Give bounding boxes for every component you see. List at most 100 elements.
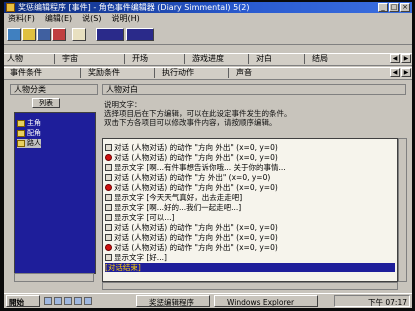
sub-tab-row: 事件条件 奖励条件 执行动作 声音 ◀ ▶ bbox=[4, 67, 412, 80]
maximize-button[interactable]: □ bbox=[389, 3, 399, 12]
list-row-text: 显示文字 [今天天气真好，出去走走吧] bbox=[114, 193, 243, 202]
tab-reward-condition[interactable]: 奖励条件 bbox=[88, 68, 120, 78]
list-row-text: 对话 (人物对话) 的动作 "方 外出" (x=0, y=0) bbox=[114, 173, 271, 182]
menu-edit[interactable]: 编辑(E) bbox=[45, 13, 72, 25]
command-icon bbox=[105, 204, 112, 211]
right-panel: 人物对白 说明文字： 选择项目后在下方编辑，可以在此设定事件发生的条件。 双击下… bbox=[102, 84, 408, 292]
tab-universe[interactable]: 宇宙 bbox=[62, 54, 78, 64]
start-button[interactable]: 開始 bbox=[6, 295, 40, 307]
taskbar-task-explorer[interactable]: Windows Explorer bbox=[214, 295, 318, 307]
command-icon bbox=[105, 254, 112, 261]
quicklaunch-mail-icon[interactable] bbox=[64, 297, 72, 305]
command-icon bbox=[105, 214, 112, 221]
quicklaunch-folder-icon[interactable] bbox=[74, 297, 82, 305]
taskbar: 開始 奖惩编辑程序 Windows Explorer 下午 07:17 bbox=[4, 293, 412, 308]
tab-sound[interactable]: 声音 bbox=[236, 68, 252, 78]
list-row[interactable]: 显示文字 [啊...好的...我们一起走吧...] bbox=[105, 203, 395, 212]
tree-item-selected[interactable]: 路人 bbox=[17, 139, 41, 148]
list-row[interactable]: 显示文字 [今天天气真好，出去走走吧] bbox=[105, 193, 395, 202]
tab-scroll-left-icon[interactable]: ◀ bbox=[390, 54, 400, 63]
window-title: 奖惩编辑程序 [事件] - 角色事件编辑器 (Diary Simmental) … bbox=[18, 3, 250, 12]
folder-icon bbox=[17, 120, 25, 127]
subtab-scroll-left-icon[interactable]: ◀ bbox=[390, 68, 400, 77]
command-icon bbox=[105, 144, 112, 151]
tab-ending[interactable]: 结局 bbox=[312, 54, 328, 64]
tab-event-condition[interactable]: 事件条件 bbox=[10, 68, 42, 78]
new-file-icon[interactable] bbox=[7, 28, 21, 41]
list-row-text: 对话 (人物对话) 的动作 "方向 外出" (x=0, y=0) bbox=[114, 243, 278, 252]
toolbar bbox=[4, 26, 412, 45]
list-row[interactable]: 对话 (人物对话) 的动作 "方向 外出" (x=0, y=0) bbox=[105, 233, 395, 242]
list-row[interactable]: [对话结束] bbox=[105, 263, 395, 272]
breakpoint-icon bbox=[105, 184, 112, 191]
command-icon bbox=[105, 174, 112, 181]
list-vertical-scrollbar[interactable] bbox=[398, 138, 407, 282]
folder-icon bbox=[17, 140, 25, 147]
list-row-text: 显示文字 [好...] bbox=[114, 253, 167, 262]
command-icon bbox=[105, 164, 112, 171]
tree-horizontal-scrollbar[interactable] bbox=[14, 273, 94, 282]
minimize-button[interactable]: _ bbox=[378, 3, 388, 12]
find-icon[interactable] bbox=[72, 28, 86, 41]
tab-dialogue[interactable]: 对白 bbox=[256, 54, 272, 64]
open-folder-icon[interactable] bbox=[22, 28, 36, 41]
list-horizontal-scrollbar[interactable] bbox=[102, 282, 398, 290]
list-row[interactable]: 对话 (人物对话) 的动作 "方向 外出" (x=0, y=0) bbox=[105, 243, 395, 252]
list-row[interactable]: 对话 (人物对话) 的动作 "方向 外出" (x=0, y=0) bbox=[105, 223, 395, 232]
close-button[interactable]: × bbox=[400, 3, 410, 12]
desktop-screen: 奖惩编辑程序 [事件] - 角色事件编辑器 (Diary Simmental) … bbox=[4, 2, 412, 308]
list-row-text: 对话 (人物对话) 的动作 "方向 外出" (x=0, y=0) bbox=[114, 223, 278, 232]
list-row-text: 显示文字 [啊...有件事想告诉你哦... 关于你的事情... bbox=[114, 163, 286, 172]
right-panel-header: 人物对白 bbox=[102, 84, 406, 95]
list-row[interactable]: 对话 (人物对话) 的动作 "方向 外出" (x=0, y=0) bbox=[105, 143, 395, 152]
list-row-text: 显示文字 [啊...好的...我们一起走吧...] bbox=[114, 203, 242, 212]
window-titlebar: 奖惩编辑程序 [事件] - 角色事件编辑器 (Diary Simmental) … bbox=[4, 2, 412, 13]
tree-item[interactable]: 主角 bbox=[17, 119, 41, 128]
list-row-text: 对话 (人物对话) 的动作 "方向 外出" (x=0, y=0) bbox=[114, 183, 278, 192]
main-tab-row: 人物 宇宙 开场 游戏进度 对白 结局 ◀ ▶ bbox=[4, 53, 412, 66]
category-tree[interactable]: 主角 配角 路人 bbox=[14, 112, 96, 274]
list-row[interactable]: 显示文字 [好...] bbox=[105, 253, 395, 262]
command-icon bbox=[105, 194, 112, 201]
save-icon[interactable] bbox=[37, 28, 51, 41]
list-button[interactable]: 列表 bbox=[32, 98, 60, 108]
list-row-text: [对话结束] bbox=[105, 263, 141, 272]
tab-scroll-right-icon[interactable]: ▶ bbox=[401, 54, 411, 63]
command-icon bbox=[105, 234, 112, 241]
menu-bar: 资料(F) 编辑(E) 说(S) 说明(H) bbox=[4, 13, 412, 25]
list-row[interactable]: 对话 (人物对话) 的动作 "方向 外出" (x=0, y=0) bbox=[105, 183, 395, 192]
left-panel: 人物分类 列表 主角 配角 路人 bbox=[10, 84, 100, 292]
event-command-list[interactable]: 对话 (人物对话) 的动作 "方向 外出" (x=0, y=0) 对话 (人物对话… bbox=[102, 138, 398, 282]
tab-opening[interactable]: 开场 bbox=[132, 54, 148, 64]
app-icon bbox=[6, 3, 15, 12]
description-text: 说明文字： 选择项目后在下方编辑，可以在此设定事件发生的条件。 双击下方各项目可… bbox=[104, 100, 292, 127]
subtab-scroll-right-icon[interactable]: ▶ bbox=[401, 68, 411, 77]
taskbar-task-editor[interactable]: 奖惩编辑程序 bbox=[136, 295, 210, 307]
list-row-text: 对话 (人物对话) 的动作 "方向 外出" (x=0, y=0) bbox=[114, 233, 278, 242]
quicklaunch-app-icon[interactable] bbox=[84, 297, 92, 305]
tab-action[interactable]: 执行动作 bbox=[162, 68, 194, 78]
list-row[interactable]: 显示文字 [啊...有件事想告诉你哦... 关于你的事情... bbox=[105, 163, 395, 172]
delete-icon[interactable] bbox=[52, 28, 66, 41]
system-tray-clock: 下午 07:17 bbox=[334, 295, 410, 307]
breakpoint-icon bbox=[105, 154, 112, 161]
list-row-text: 显示文字 [可以...] bbox=[114, 213, 175, 222]
quicklaunch-browser-icon[interactable] bbox=[54, 297, 62, 305]
menu-file[interactable]: 资料(F) bbox=[8, 13, 35, 25]
list-row[interactable]: 对话 (人物对话) 的动作 "方 外出" (x=0, y=0) bbox=[105, 173, 395, 182]
tab-progress[interactable]: 游戏进度 bbox=[192, 54, 224, 64]
menu-view[interactable]: 说(S) bbox=[82, 13, 101, 25]
menu-help[interactable]: 说明(H) bbox=[111, 13, 139, 25]
list-row-text: 对话 (人物对话) 的动作 "方向 外出" (x=0, y=0) bbox=[114, 143, 278, 152]
breakpoint-icon bbox=[105, 244, 112, 251]
list-row[interactable]: 对话 (人物对话) 的动作 "方向 外出" (x=0, y=0) bbox=[105, 153, 395, 162]
list-row[interactable]: 显示文字 [可以...] bbox=[105, 213, 395, 222]
list-row-text: 对话 (人物对话) 的动作 "方向 外出" (x=0, y=0) bbox=[114, 153, 278, 162]
play-event-icon[interactable] bbox=[96, 28, 124, 41]
tree-item[interactable]: 配角 bbox=[17, 129, 41, 138]
command-icon bbox=[105, 224, 112, 231]
tab-characters[interactable]: 人物 bbox=[7, 54, 23, 64]
stop-event-icon[interactable] bbox=[126, 28, 154, 41]
quicklaunch-desktop-icon[interactable] bbox=[44, 297, 52, 305]
left-panel-header: 人物分类 bbox=[10, 84, 98, 95]
